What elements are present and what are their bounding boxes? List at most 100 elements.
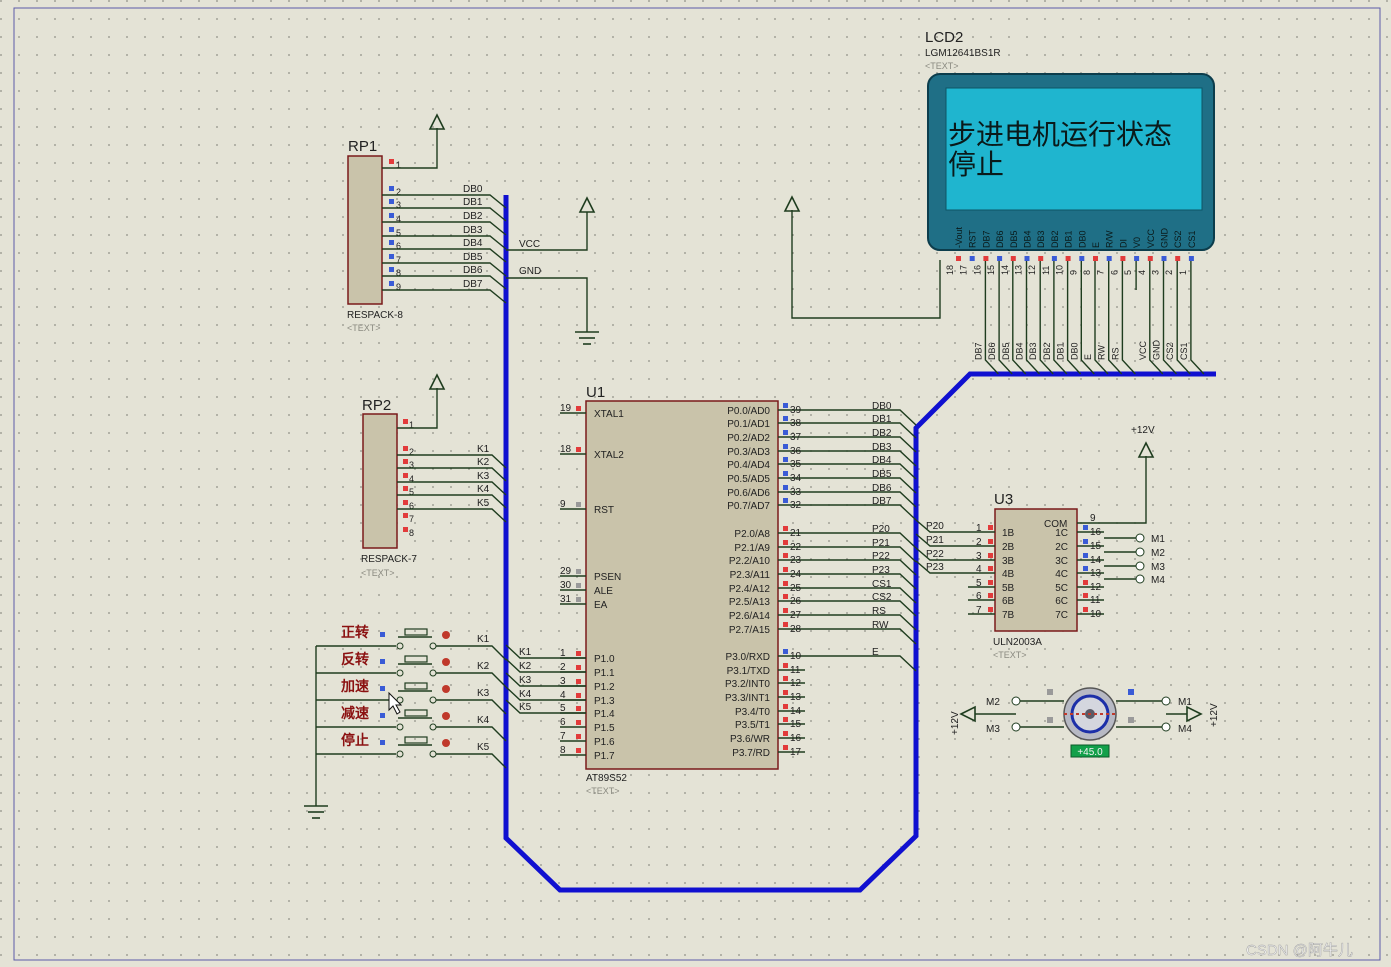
lcd-net-label: DB7 xyxy=(973,342,983,360)
u1-right-pin-marker xyxy=(783,731,788,736)
lcd-net-label: DB2 xyxy=(1042,342,1052,360)
u1-ref: U1 xyxy=(586,384,605,401)
u1-left-pin-number: 18 xyxy=(560,444,572,455)
lcd-pin-label: DB5 xyxy=(1009,230,1019,248)
u3-input-pin-marker xyxy=(988,553,993,558)
u1-right-pin-marker xyxy=(783,690,788,695)
u1-right-pin-name: P0.5/AD5 xyxy=(727,474,770,485)
u3-input-pin-marker xyxy=(988,607,993,612)
rp1-body xyxy=(347,155,383,305)
u1-right-pin-marker xyxy=(783,663,788,668)
lcd-pin-number: 9 xyxy=(1068,270,1078,275)
u1-left-pin-marker xyxy=(576,406,581,411)
button-label: 减速 xyxy=(341,705,369,721)
lcd-pin-label: CS2 xyxy=(1173,230,1183,248)
lcd-pin-label: DI xyxy=(1118,239,1128,248)
rp1-pin-marker xyxy=(389,227,394,232)
u3-input-net-label: P20 xyxy=(926,521,944,532)
u1-left-pin-marker xyxy=(576,447,581,452)
u1-left-pin-marker xyxy=(576,720,581,725)
motor-terminal-icon[interactable] xyxy=(1161,722,1171,732)
lcd-pin-label: -Vout xyxy=(954,226,964,248)
u1-right-pin-marker xyxy=(783,457,788,462)
lcd-pin-marker xyxy=(956,256,961,261)
rp2-pin-marker xyxy=(403,527,408,532)
watermark: CSDN @阿牛儿 xyxy=(1246,942,1353,959)
u1-right-pin-name: P0.7/AD7 xyxy=(727,501,770,512)
button-pin-marker xyxy=(380,659,385,664)
lcd-pin-marker xyxy=(1175,256,1181,261)
lcd-net-label: RW xyxy=(1097,345,1107,360)
u1-right-pin-number: 17 xyxy=(790,747,802,758)
rp1-net-label: DB3 xyxy=(463,225,483,236)
schematic-canvas[interactable]: LCD2 LGM12641BS1R <TEXT> 步进电机运行状态 停止 -Vo… xyxy=(0,0,1391,967)
lcd-net-label: DB1 xyxy=(1056,342,1066,360)
lcd-pin-number: 1 xyxy=(1178,270,1188,275)
u1-model: AT89S52 xyxy=(586,773,627,784)
lcd-pin-number: 16 xyxy=(972,265,982,275)
u1-right-pin-marker xyxy=(783,444,788,449)
lcd-pin-marker xyxy=(1147,256,1153,261)
lcd-pin-marker xyxy=(1106,256,1112,261)
u1-right-pin-number: 21 xyxy=(790,528,802,539)
lcd-pin-label: DB1 xyxy=(1064,230,1074,248)
lcd-pin-number: 6 xyxy=(1109,270,1119,275)
lcd-pin-label: DB3 xyxy=(1036,230,1046,248)
u3-output-pin-name: 1C xyxy=(1055,528,1068,539)
lcd-net-label: RS xyxy=(1110,347,1120,360)
u1-right-net-label: CS1 xyxy=(872,579,892,590)
u1-right-net-label: P22 xyxy=(872,551,890,562)
u1-right-pin-marker xyxy=(783,416,788,421)
button-net-label: K2 xyxy=(477,661,490,672)
u1-right-pin-number: 24 xyxy=(790,569,802,580)
u3-output-pin-name: 2C xyxy=(1055,542,1068,553)
lcd-text-tag: <TEXT> xyxy=(925,61,959,71)
u3-output-terminal-icon xyxy=(1135,547,1145,557)
lcd-net-label: E xyxy=(1083,354,1093,360)
rp1-net-label: DB1 xyxy=(463,197,483,208)
u3-input-pin-name: 6B xyxy=(1002,596,1015,607)
lcd-pin-marker xyxy=(1024,256,1030,261)
u1-right-pin-number: 32 xyxy=(790,500,802,511)
u3-output-pin-name: 4C xyxy=(1055,569,1068,580)
rp1-pin-marker xyxy=(389,199,394,204)
u1-text-tag: <TEXT> xyxy=(586,786,620,796)
lcd-net-label: DB5 xyxy=(1001,342,1011,360)
u1-left-pin-name: ALE xyxy=(594,586,613,597)
u1-right-pin-number: 34 xyxy=(790,473,802,484)
motor-terminal-icon[interactable] xyxy=(1011,722,1021,732)
u3-output-pin-number: 15 xyxy=(1090,541,1102,552)
motor-terminal-icon[interactable] xyxy=(1011,696,1021,706)
lcd-pin-marker xyxy=(1134,256,1140,261)
rp1-net-label: DB4 xyxy=(463,238,483,249)
u3-input-pin-name: 1B xyxy=(1002,528,1015,539)
lcd-pin-marker xyxy=(1161,256,1167,261)
u3-output-pin-number: 10 xyxy=(1090,609,1102,620)
u3-input-pin-number: 7 xyxy=(976,605,982,616)
u3-ref: U3 xyxy=(994,491,1013,508)
u3-input-pin-number: 3 xyxy=(976,551,982,562)
button-label: 停止 xyxy=(341,732,369,748)
button-state-icon xyxy=(442,685,450,693)
u3-output-terminal-icon xyxy=(1135,574,1145,584)
u1-left-pin-marker xyxy=(576,597,581,602)
u1-right-pin-marker xyxy=(783,540,788,545)
button-pin-marker xyxy=(380,740,385,745)
rp2-pin-marker xyxy=(403,459,408,464)
lcd-pin-number: 4 xyxy=(1137,270,1147,275)
u1-left-pin-name: P1.2 xyxy=(594,682,615,693)
button-net-label: K3 xyxy=(477,688,490,699)
motor-left-label-2: M3 xyxy=(986,724,1000,735)
motor-terminal-icon[interactable] xyxy=(1161,696,1171,706)
u1-p1-net-label: K5 xyxy=(519,702,532,713)
u1-right-pin-marker xyxy=(783,485,788,490)
rp1-net-label: DB5 xyxy=(463,252,483,263)
u1-right-net-label: P21 xyxy=(872,538,890,549)
u3-output-pin-number: 16 xyxy=(1090,527,1102,538)
lcd-pin-number: 2 xyxy=(1164,270,1174,275)
lcd-pin-label: V0 xyxy=(1132,237,1142,248)
u1-right-pin-number: 27 xyxy=(790,610,802,621)
u1-right-pin-number: 36 xyxy=(790,446,802,457)
u1-right-pin-name: P3.4/T0 xyxy=(735,707,770,718)
u3-output-pin-name: 5C xyxy=(1055,583,1068,594)
